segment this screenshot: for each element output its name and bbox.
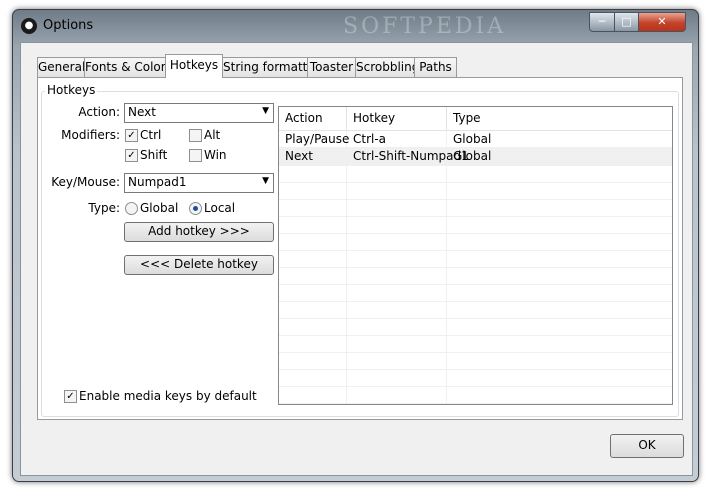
tab-fonts-colors[interactable]: Fonts & Colors [84, 57, 172, 77]
window-title: Options [43, 18, 94, 33]
table-cell: Global [453, 132, 492, 146]
ok-button[interactable]: OK [610, 434, 684, 458]
keymouse-label: Key/Mouse: [51, 175, 120, 189]
chevron-down-icon: ▼ [262, 106, 269, 116]
hotkeys-group-label: Hotkeys [45, 83, 98, 97]
table-row[interactable]: Next Ctrl-Shift-Numpad1 Global [279, 148, 672, 165]
table-cell: Ctrl-Shift-Numpad1 [347, 148, 469, 165]
hotkeys-panel: Hotkeys Action: Next ▼ Modifiers: ✓ Ctrl… [37, 77, 683, 420]
modifiers-label: Modifiers: [61, 128, 120, 142]
title-bar[interactable]: ● Options SOFTPEDIA ─ □ ✕ [13, 10, 698, 42]
delete-hotkey-button[interactable]: <<< Delete hotkey [124, 255, 274, 275]
maximize-icon: □ [621, 15, 632, 28]
options-window: ● Options SOFTPEDIA ─ □ ✕ General Fonts … [12, 9, 699, 482]
shift-label: Shift [140, 148, 168, 162]
type-local-radio[interactable] [189, 202, 202, 215]
column-header-action[interactable]: Action [279, 107, 347, 130]
win-checkbox[interactable] [189, 149, 202, 162]
table-header: Action Hotkey Type [279, 107, 672, 131]
alt-checkbox[interactable] [189, 129, 202, 142]
checkmark-icon: ✓ [127, 150, 136, 161]
chevron-down-icon: ▼ [262, 176, 269, 186]
tab-toaster[interactable]: Toaster [307, 57, 356, 77]
app-icon: ● [21, 18, 37, 34]
action-value: Next [128, 105, 156, 119]
table-cell: Global [453, 149, 492, 163]
ctrl-label: Ctrl [140, 128, 162, 142]
media-keys-checkbox[interactable]: ✓ [64, 390, 77, 403]
close-icon: ✕ [657, 15, 667, 28]
maximize-button[interactable]: □ [614, 12, 639, 32]
type-label: Type: [88, 201, 120, 215]
radio-selected-dot [193, 206, 198, 211]
tab-paths[interactable]: Paths [414, 57, 457, 77]
column-header-hotkey[interactable]: Hotkey [347, 107, 447, 130]
watermark: SOFTPEDIA [343, 14, 507, 39]
type-global-radio[interactable] [125, 202, 138, 215]
action-label: Action: [78, 105, 120, 119]
hotkeys-table[interactable]: Action Hotkey Type Play/Pause Ctrl-a Glo… [278, 106, 673, 405]
empty-grid [279, 165, 672, 404]
table-row[interactable]: Play/Pause Ctrl-a Global [279, 131, 672, 148]
checkmark-icon: ✓ [66, 391, 75, 402]
shift-checkbox[interactable]: ✓ [125, 149, 138, 162]
table-cell: Ctrl-a [347, 131, 447, 148]
column-header-type[interactable]: Type [447, 107, 672, 130]
type-local-label: Local [204, 201, 236, 215]
table-cell: Play/Pause [279, 131, 349, 148]
keymouse-value: Numpad1 [128, 175, 187, 189]
tab-scrobbling[interactable]: Scrobbling [355, 57, 419, 77]
keymouse-dropdown[interactable]: Numpad1 ▼ [124, 173, 274, 193]
minimize-icon: ─ [598, 15, 606, 28]
media-keys-label: Enable media keys by default [79, 389, 257, 403]
ctrl-checkbox[interactable]: ✓ [125, 129, 138, 142]
close-button[interactable]: ✕ [638, 12, 686, 32]
action-dropdown[interactable]: Next ▼ [124, 103, 274, 123]
tab-string-formatting[interactable]: String formatting [222, 57, 326, 77]
add-hotkey-button[interactable]: Add hotkey >>> [124, 222, 274, 242]
alt-label: Alt [204, 128, 221, 142]
table-cell: Next [279, 148, 347, 165]
type-global-label: Global [140, 201, 179, 215]
client-area: General Fonts & Colors Hotkeys String fo… [20, 42, 693, 476]
checkmark-icon: ✓ [127, 130, 136, 141]
win-label: Win [204, 148, 227, 162]
tab-hotkeys[interactable]: Hotkeys [165, 54, 223, 78]
minimize-button[interactable]: ─ [589, 12, 615, 32]
tab-general[interactable]: General [37, 57, 85, 77]
